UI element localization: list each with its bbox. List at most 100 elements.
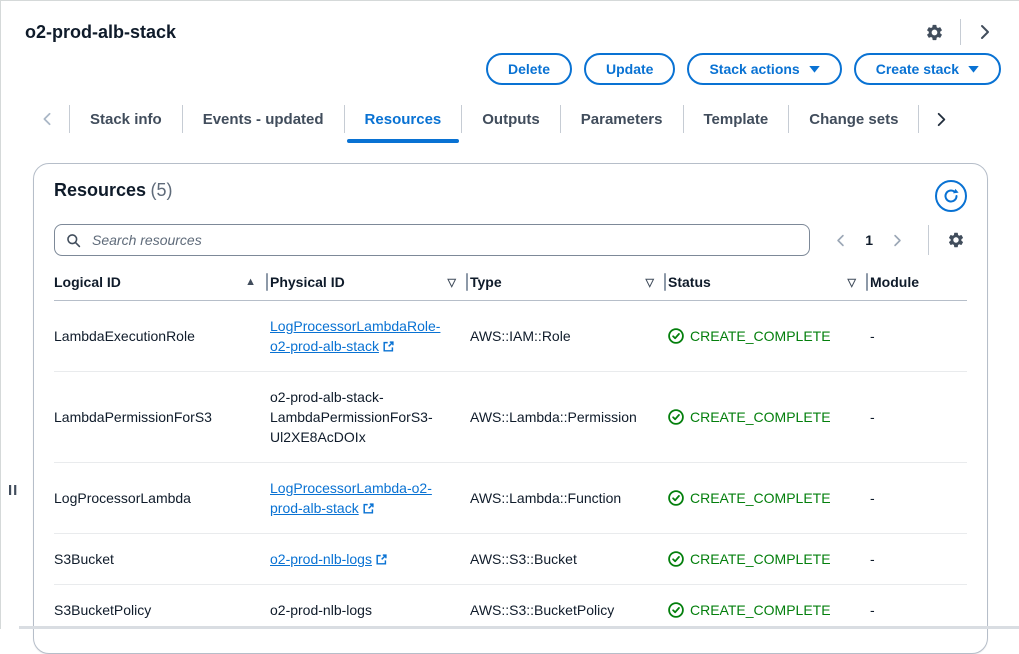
tab-label: Change sets	[809, 111, 898, 128]
search-icon	[66, 233, 81, 248]
settings-gear-icon[interactable]	[925, 23, 944, 42]
logical-id-text: LambdaExecutionRole	[54, 328, 195, 344]
create-stack-dropdown-button[interactable]: Create stack	[854, 53, 1001, 85]
resources-table: Logical ID ▲ Physical ID ▽ Type ▽ Status…	[54, 264, 967, 635]
status-text: CREATE_COMPLETE	[690, 407, 831, 427]
success-check-icon	[668, 602, 684, 618]
status-text: CREATE_COMPLETE	[690, 326, 831, 346]
tab-parameters[interactable]: Parameters	[561, 97, 683, 141]
status-badge: CREATE_COMPLETE	[668, 600, 846, 620]
side-marker: II	[8, 482, 18, 499]
module-text: -	[870, 490, 875, 506]
header-tools	[925, 19, 993, 45]
tab-template[interactable]: Template	[684, 97, 789, 141]
tab-events-updated[interactable]: Events - updated	[183, 97, 344, 141]
tab-outputs[interactable]: Outputs	[462, 97, 560, 141]
panel-title-text: Resources	[54, 180, 146, 200]
resource-type-text: AWS::Lambda::Function	[470, 490, 621, 506]
delete-button-label: Delete	[508, 61, 550, 77]
module-text: -	[870, 551, 875, 567]
status-text: CREATE_COMPLETE	[690, 600, 831, 620]
tab-label: Resources	[365, 111, 442, 128]
controls-divider	[928, 225, 929, 255]
pagination: 1	[826, 230, 912, 251]
delete-button[interactable]: Delete	[486, 53, 572, 85]
column-header-module: Module	[870, 264, 967, 301]
physical-id-link[interactable]: LogProcessorLambdaRole-o2-prod-alb-stack	[270, 318, 440, 354]
external-link-icon	[382, 340, 395, 353]
success-check-icon	[668, 490, 684, 506]
status-text: CREATE_COMPLETE	[690, 549, 831, 569]
refresh-icon	[943, 188, 959, 204]
status-badge: CREATE_COMPLETE	[668, 488, 846, 508]
external-link-icon	[375, 553, 388, 566]
module-text: -	[870, 409, 875, 425]
column-header-label: Logical ID	[54, 274, 121, 290]
logical-id-text: LogProcessorLambda	[54, 490, 191, 506]
success-check-icon	[668, 328, 684, 344]
physical-id-link-text: LogProcessorLambdaRole-o2-prod-alb-stack	[270, 318, 440, 354]
header-divider	[960, 19, 961, 45]
resources-panel: Resources (5) 1	[33, 163, 988, 654]
logical-id-text: S3Bucket	[54, 551, 114, 567]
resource-type-text: AWS::S3::BucketPolicy	[470, 602, 614, 618]
status-badge: CREATE_COMPLETE	[668, 326, 846, 346]
caret-down-icon	[809, 66, 820, 73]
table-row[interactable]: LambdaPermissionForS3 o2-prod-alb-stack-…	[54, 372, 967, 463]
table-preferences-gear-icon[interactable]	[945, 231, 967, 249]
previous-page-chevron-icon[interactable]	[826, 230, 855, 251]
sort-icon: ▽	[646, 276, 654, 289]
physical-id-link[interactable]: LogProcessorLambda-o2-prod-alb-stack	[270, 480, 432, 516]
stack-actions-toolbar: Delete Update Stack actions Create stack	[1, 45, 1019, 85]
next-page-chevron-icon[interactable]	[883, 230, 912, 251]
resource-type-text: AWS::Lambda::Permission	[470, 409, 637, 425]
column-header-label: Status	[668, 274, 711, 290]
caret-down-icon	[968, 66, 979, 73]
status-badge: CREATE_COMPLETE	[668, 407, 846, 427]
success-check-icon	[668, 551, 684, 567]
update-button[interactable]: Update	[584, 53, 675, 85]
search-box[interactable]	[54, 224, 810, 256]
current-page-number[interactable]: 1	[859, 232, 879, 248]
page-title: o2-prod-alb-stack	[25, 22, 176, 43]
tabs-scroll-left-chevron-icon[interactable]	[25, 97, 69, 141]
stack-actions-dropdown-button[interactable]: Stack actions	[687, 53, 841, 85]
table-row[interactable]: LogProcessorLambda LogProcessorLambda-o2…	[54, 463, 967, 534]
table-row[interactable]: S3Bucket o2-prod-nlb-logs AWS::S3::Bucke…	[54, 534, 967, 585]
sort-icon: ▲	[245, 276, 256, 288]
physical-id-link[interactable]: o2-prod-nlb-logs	[270, 551, 388, 567]
stack-tabs: Stack info Events - updated Resources Outpu…	[25, 97, 995, 141]
sort-icon: ▽	[848, 276, 856, 289]
column-header-label: Physical ID	[270, 274, 345, 290]
search-input[interactable]	[90, 231, 798, 249]
physical-id-link-text: o2-prod-nlb-logs	[270, 551, 372, 567]
column-header-logical-id[interactable]: Logical ID ▲	[54, 264, 270, 301]
status-badge: CREATE_COMPLETE	[668, 549, 846, 569]
table-row[interactable]: LambdaExecutionRole LogProcessorLambdaRo…	[54, 301, 967, 372]
status-text: CREATE_COMPLETE	[690, 488, 831, 508]
stack-actions-label: Stack actions	[709, 61, 799, 77]
tab-stack-info[interactable]: Stack info	[70, 97, 182, 141]
collapse-panel-chevron-right-icon[interactable]	[977, 24, 993, 40]
logical-id-text: S3BucketPolicy	[54, 602, 151, 618]
tab-label: Stack info	[90, 111, 162, 128]
physical-id-text: o2-prod-alb-stack-LambdaPermissionForS3-…	[270, 389, 433, 445]
column-header-status[interactable]: Status ▽	[668, 264, 870, 301]
physical-id-link-text: LogProcessorLambda-o2-prod-alb-stack	[270, 480, 432, 516]
logical-id-text: LambdaPermissionForS3	[54, 409, 212, 425]
external-link-icon	[362, 502, 375, 515]
module-text: -	[870, 328, 875, 344]
tabs-scroll-right-chevron-icon[interactable]	[919, 97, 964, 141]
panel-resource-count: (5)	[151, 180, 173, 200]
physical-id-text: o2-prod-nlb-logs	[270, 602, 372, 618]
tab-change-sets[interactable]: Change sets	[789, 97, 918, 141]
create-stack-label: Create stack	[876, 61, 959, 77]
update-button-label: Update	[606, 61, 653, 77]
column-header-physical-id[interactable]: Physical ID ▽	[270, 264, 470, 301]
resource-type-text: AWS::S3::Bucket	[470, 551, 577, 567]
refresh-button[interactable]	[935, 180, 967, 212]
tab-label: Parameters	[581, 111, 663, 128]
tab-label: Outputs	[482, 111, 540, 128]
tab-resources[interactable]: Resources	[345, 97, 462, 141]
column-header-type[interactable]: Type ▽	[470, 264, 668, 301]
